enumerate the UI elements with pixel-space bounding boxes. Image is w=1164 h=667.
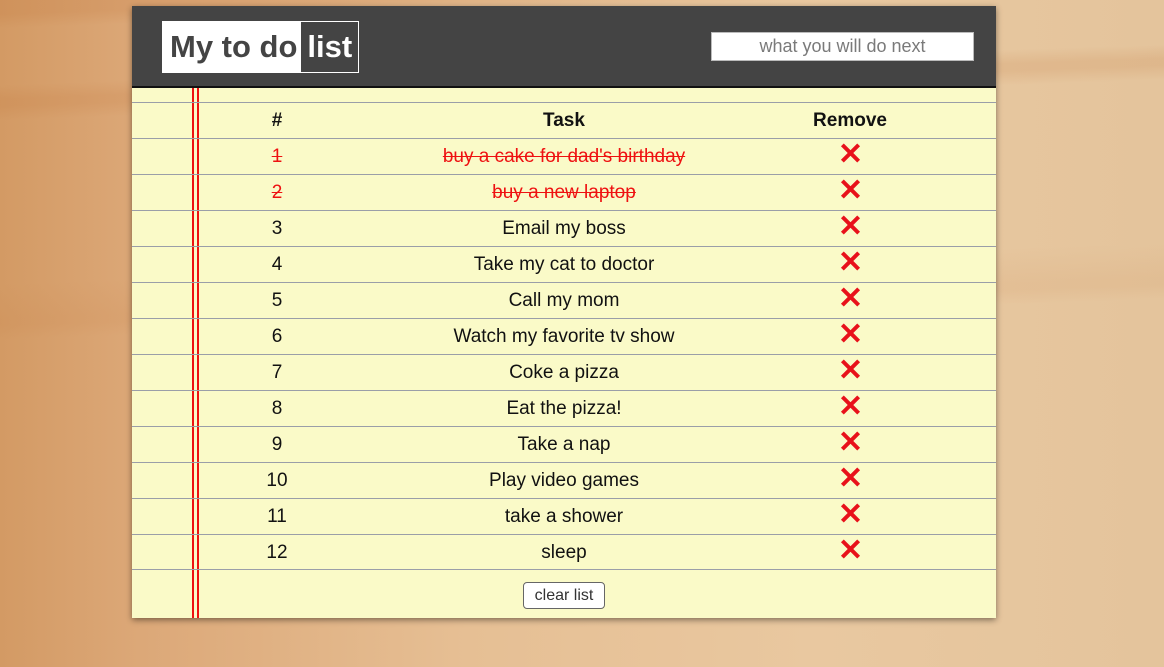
remove-cell xyxy=(800,535,900,570)
task-text[interactable]: Call my mom xyxy=(364,283,764,318)
remove-x-icon[interactable] xyxy=(840,503,860,523)
task-text[interactable]: Eat the pizza! xyxy=(364,391,764,426)
remove-cell xyxy=(800,175,900,210)
table-row[interactable]: 1 buy a cake for dad's birthday xyxy=(132,138,996,174)
task-text[interactable]: Take a nap xyxy=(364,427,764,462)
task-text[interactable]: take a shower xyxy=(364,499,764,534)
task-text[interactable]: Coke a pizza xyxy=(364,355,764,390)
remove-cell xyxy=(800,355,900,390)
table-header-row: # Task Remove xyxy=(132,102,996,138)
task-number: 2 xyxy=(271,182,283,203)
task-text[interactable]: Watch my favorite tv show xyxy=(364,319,764,354)
task-text[interactable]: buy a new laptop xyxy=(364,175,764,210)
task-number: 9 xyxy=(271,434,283,455)
column-header-remove: Remove xyxy=(813,110,887,131)
task-number: 12 xyxy=(266,542,288,563)
remove-cell xyxy=(800,247,900,282)
task-number: 10 xyxy=(266,470,288,491)
column-header-number: # xyxy=(271,110,283,131)
table-row[interactable]: 3 Email my boss xyxy=(132,210,996,246)
task-number: 11 xyxy=(267,506,287,527)
remove-x-icon[interactable] xyxy=(840,287,860,307)
table-row[interactable]: 4 Take my cat to doctor xyxy=(132,246,996,282)
remove-cell xyxy=(800,319,900,354)
task-number: 8 xyxy=(271,398,283,419)
remove-x-icon[interactable] xyxy=(840,467,860,487)
app-logo: My to do list xyxy=(162,21,360,73)
table-row[interactable]: 6 Watch my favorite tv show xyxy=(132,318,996,354)
task-text[interactable]: sleep xyxy=(364,535,764,570)
table-row[interactable]: 10 Play video games xyxy=(132,462,996,498)
remove-cell xyxy=(800,463,900,498)
remove-x-icon[interactable] xyxy=(840,251,860,271)
table-row[interactable]: 2 buy a new laptop xyxy=(132,174,996,210)
table-row[interactable]: 5 Call my mom xyxy=(132,282,996,318)
column-header-task: Task xyxy=(543,110,585,131)
task-text[interactable]: Email my boss xyxy=(364,211,764,246)
table-row[interactable]: 12 sleep xyxy=(132,534,996,570)
remove-x-icon[interactable] xyxy=(840,323,860,343)
logo-text-list: list xyxy=(301,22,359,72)
task-number: 3 xyxy=(271,218,283,239)
table-row[interactable]: 9 Take a nap xyxy=(132,426,996,462)
table-row[interactable]: 8 Eat the pizza! xyxy=(132,390,996,426)
remove-x-icon[interactable] xyxy=(840,179,860,199)
logo-text-my-to-do: My to do xyxy=(170,29,298,64)
task-number: 1 xyxy=(271,146,283,167)
clear-list-button[interactable]: clear list xyxy=(523,582,605,609)
task-text[interactable]: Take my cat to doctor xyxy=(364,247,764,282)
remove-cell xyxy=(800,283,900,318)
table-row[interactable]: 11 take a shower xyxy=(132,498,996,534)
task-number: 6 xyxy=(271,326,283,347)
remove-cell xyxy=(800,139,900,174)
remove-x-icon[interactable] xyxy=(840,215,860,235)
remove-x-icon[interactable] xyxy=(840,395,860,415)
table-row[interactable]: 7 Coke a pizza xyxy=(132,354,996,390)
task-text[interactable]: Play video games xyxy=(364,463,764,498)
task-text[interactable]: buy a cake for dad's birthday xyxy=(364,139,764,174)
remove-x-icon[interactable] xyxy=(840,539,860,559)
remove-cell xyxy=(800,499,900,534)
remove-x-icon[interactable] xyxy=(840,359,860,379)
new-task-input[interactable] xyxy=(711,32,974,61)
app-header: My to do list xyxy=(132,6,996,88)
remove-cell xyxy=(800,391,900,426)
remove-x-icon[interactable] xyxy=(840,431,860,451)
remove-cell xyxy=(800,211,900,246)
task-table: # Task Remove 1 buy a cake for dad's birt… xyxy=(132,102,996,570)
remove-x-icon[interactable] xyxy=(840,143,860,163)
task-number: 5 xyxy=(271,290,283,311)
task-number: 7 xyxy=(271,362,283,383)
todo-card: My to do list # Task Remove 1 buy a cake … xyxy=(132,6,996,618)
remove-cell xyxy=(800,427,900,462)
task-number: 4 xyxy=(271,254,283,275)
